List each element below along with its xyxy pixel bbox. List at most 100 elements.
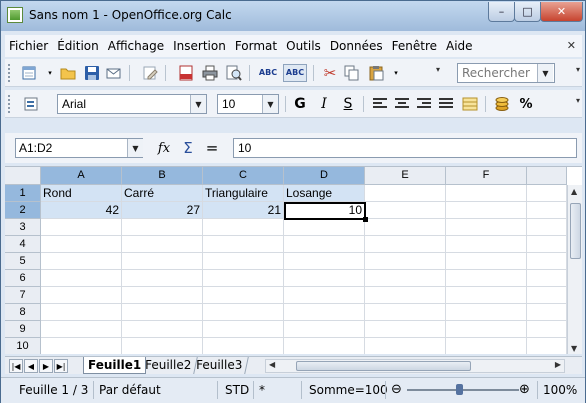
cell-b9[interactable] <box>122 321 203 338</box>
email-icon[interactable] <box>105 64 123 82</box>
spellcheck-icon[interactable]: ABC <box>259 64 277 82</box>
cell-f3[interactable] <box>446 219 527 236</box>
cell-g1[interactable] <box>527 185 567 202</box>
zoom-slider-track[interactable] <box>407 389 519 391</box>
row-header-10[interactable]: 10 <box>5 338 41 354</box>
cell-f7[interactable] <box>446 287 527 304</box>
cell-b3[interactable] <box>122 219 203 236</box>
cell-c6[interactable] <box>203 270 284 287</box>
cell-b10[interactable] <box>122 338 203 354</box>
cell-d6[interactable] <box>284 270 365 287</box>
scroll-right-icon[interactable]: ▶ <box>555 360 561 369</box>
new-dropdown-icon[interactable]: ▾ <box>41 64 59 82</box>
cell-e9[interactable] <box>365 321 446 338</box>
zoom-out-icon[interactable]: ⊖ <box>391 382 402 397</box>
status-page-style[interactable]: Par défaut <box>99 383 161 397</box>
last-sheet-icon[interactable]: ▶| <box>54 359 68 373</box>
cell-f6[interactable] <box>446 270 527 287</box>
select-all-corner[interactable] <box>5 167 41 185</box>
tab-feuille2[interactable]: Feuille2 <box>139 357 199 374</box>
row-header-5[interactable]: 5 <box>5 253 41 270</box>
menu-format[interactable]: Format <box>231 39 282 53</box>
cell-d4[interactable] <box>284 236 365 253</box>
row-header-2[interactable]: 2 <box>5 202 41 219</box>
vertical-scroll-thumb[interactable] <box>570 203 581 259</box>
save-icon[interactable] <box>83 64 101 82</box>
row-header-6[interactable]: 6 <box>5 270 41 287</box>
maximize-button[interactable]: □ <box>514 2 541 22</box>
cell-e2[interactable] <box>365 202 446 219</box>
column-header-a[interactable]: A <box>41 167 122 185</box>
cell-e7[interactable] <box>365 287 446 304</box>
first-sheet-icon[interactable]: |◀ <box>9 359 23 373</box>
menu-edition[interactable]: Édition <box>53 39 104 53</box>
cell-e4[interactable] <box>365 236 446 253</box>
cell-d9[interactable] <box>284 321 365 338</box>
status-selection-mode[interactable]: STD <box>225 383 249 397</box>
paste-icon[interactable] <box>367 64 385 82</box>
minimize-button[interactable]: – <box>488 2 515 22</box>
menu-fenetre[interactable]: Fenêtre <box>388 39 442 53</box>
column-header-g[interactable] <box>527 167 567 185</box>
row-header-4[interactable]: 4 <box>5 236 41 253</box>
cell-g10[interactable] <box>527 338 567 354</box>
cell-f8[interactable] <box>446 304 527 321</box>
tab-feuille1[interactable]: Feuille1 <box>83 357 147 374</box>
cell-a5[interactable] <box>41 253 122 270</box>
row-header-7[interactable]: 7 <box>5 287 41 304</box>
cell-f9[interactable] <box>446 321 527 338</box>
cell-e3[interactable] <box>365 219 446 236</box>
menu-outils[interactable]: Outils <box>282 39 326 53</box>
zoom-in-icon[interactable]: ⊕ <box>519 382 530 397</box>
cell-a8[interactable] <box>41 304 122 321</box>
toolbar-grip[interactable] <box>8 64 12 82</box>
menu-affichage[interactable]: Affichage <box>104 39 169 53</box>
cell-b4[interactable] <box>122 236 203 253</box>
cell-g2[interactable] <box>527 202 567 219</box>
menu-fichier[interactable]: Fichier <box>5 39 53 53</box>
row-header-9[interactable]: 9 <box>5 321 41 338</box>
toolbar-overflow-icon[interactable]: ▾ <box>576 65 580 74</box>
cell-d2-active[interactable]: 10 <box>284 202 366 220</box>
print-icon[interactable] <box>201 64 219 82</box>
paste-dropdown-icon[interactable]: ▾ <box>387 64 405 82</box>
cell-e5[interactable] <box>365 253 446 270</box>
formula-equals-button[interactable]: = <box>203 139 221 157</box>
cell-a7[interactable] <box>41 287 122 304</box>
close-button[interactable]: ✕ <box>540 2 583 22</box>
open-folder-icon[interactable] <box>59 64 77 82</box>
fill-handle[interactable] <box>363 217 368 222</box>
cell-g4[interactable] <box>527 236 567 253</box>
cell-f1[interactable] <box>446 185 527 202</box>
cell-g7[interactable] <box>527 287 567 304</box>
cell-c9[interactable] <box>203 321 284 338</box>
toolbar-overflow-icon[interactable]: ▾ <box>576 96 580 105</box>
align-right-icon[interactable] <box>415 95 433 113</box>
horizontal-scroll-thumb[interactable] <box>296 361 471 371</box>
cell-a9[interactable] <box>41 321 122 338</box>
currency-format-icon[interactable] <box>493 95 511 113</box>
cell-d3[interactable] <box>284 219 365 236</box>
scroll-up-icon[interactable]: ▲ <box>571 187 577 196</box>
cell-g8[interactable] <box>527 304 567 321</box>
cell-b1[interactable]: Carré <box>122 185 203 202</box>
horizontal-scrollbar[interactable]: ◀ ▶ <box>265 359 565 373</box>
cell-a2[interactable]: 42 <box>41 202 122 219</box>
cell-c5[interactable] <box>203 253 284 270</box>
next-sheet-icon[interactable]: ▶ <box>39 359 53 373</box>
cell-f4[interactable] <box>446 236 527 253</box>
cell-d7[interactable] <box>284 287 365 304</box>
scroll-left-icon[interactable]: ◀ <box>269 360 275 369</box>
justify-icon[interactable] <box>437 95 455 113</box>
cell-c8[interactable] <box>203 304 284 321</box>
cell-c7[interactable] <box>203 287 284 304</box>
menu-donnees[interactable]: Données <box>326 39 388 53</box>
copy-icon[interactable] <box>343 64 361 82</box>
cell-c10[interactable] <box>203 338 284 354</box>
name-box[interactable]: A1:D2 <box>15 138 143 158</box>
status-sum[interactable]: Somme=100 <box>309 383 388 397</box>
export-pdf-icon[interactable] <box>177 64 195 82</box>
column-header-e[interactable]: E <box>365 167 446 185</box>
cell-f5[interactable] <box>446 253 527 270</box>
name-box-dropdown-icon[interactable]: ▼ <box>127 139 143 157</box>
